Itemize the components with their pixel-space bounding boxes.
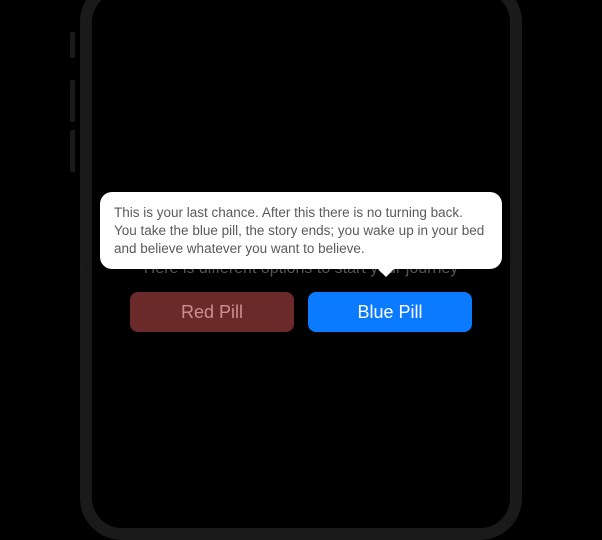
tooltip-arrow-icon <box>377 268 395 277</box>
buttons-row: Red Pill Blue Pill <box>100 292 502 332</box>
phone-side-button-volume-up <box>70 80 75 122</box>
phone-side-button-volume-down <box>70 130 75 172</box>
red-pill-button[interactable]: Red Pill <box>130 292 294 332</box>
blue-pill-button[interactable]: Blue Pill <box>308 292 472 332</box>
tooltip-popover: This is your last chance. After this the… <box>100 192 502 269</box>
tooltip-text: This is your last chance. After this the… <box>114 204 488 257</box>
main-content: Here is different options to start your … <box>100 260 502 332</box>
phone-side-button-silence <box>70 32 75 58</box>
